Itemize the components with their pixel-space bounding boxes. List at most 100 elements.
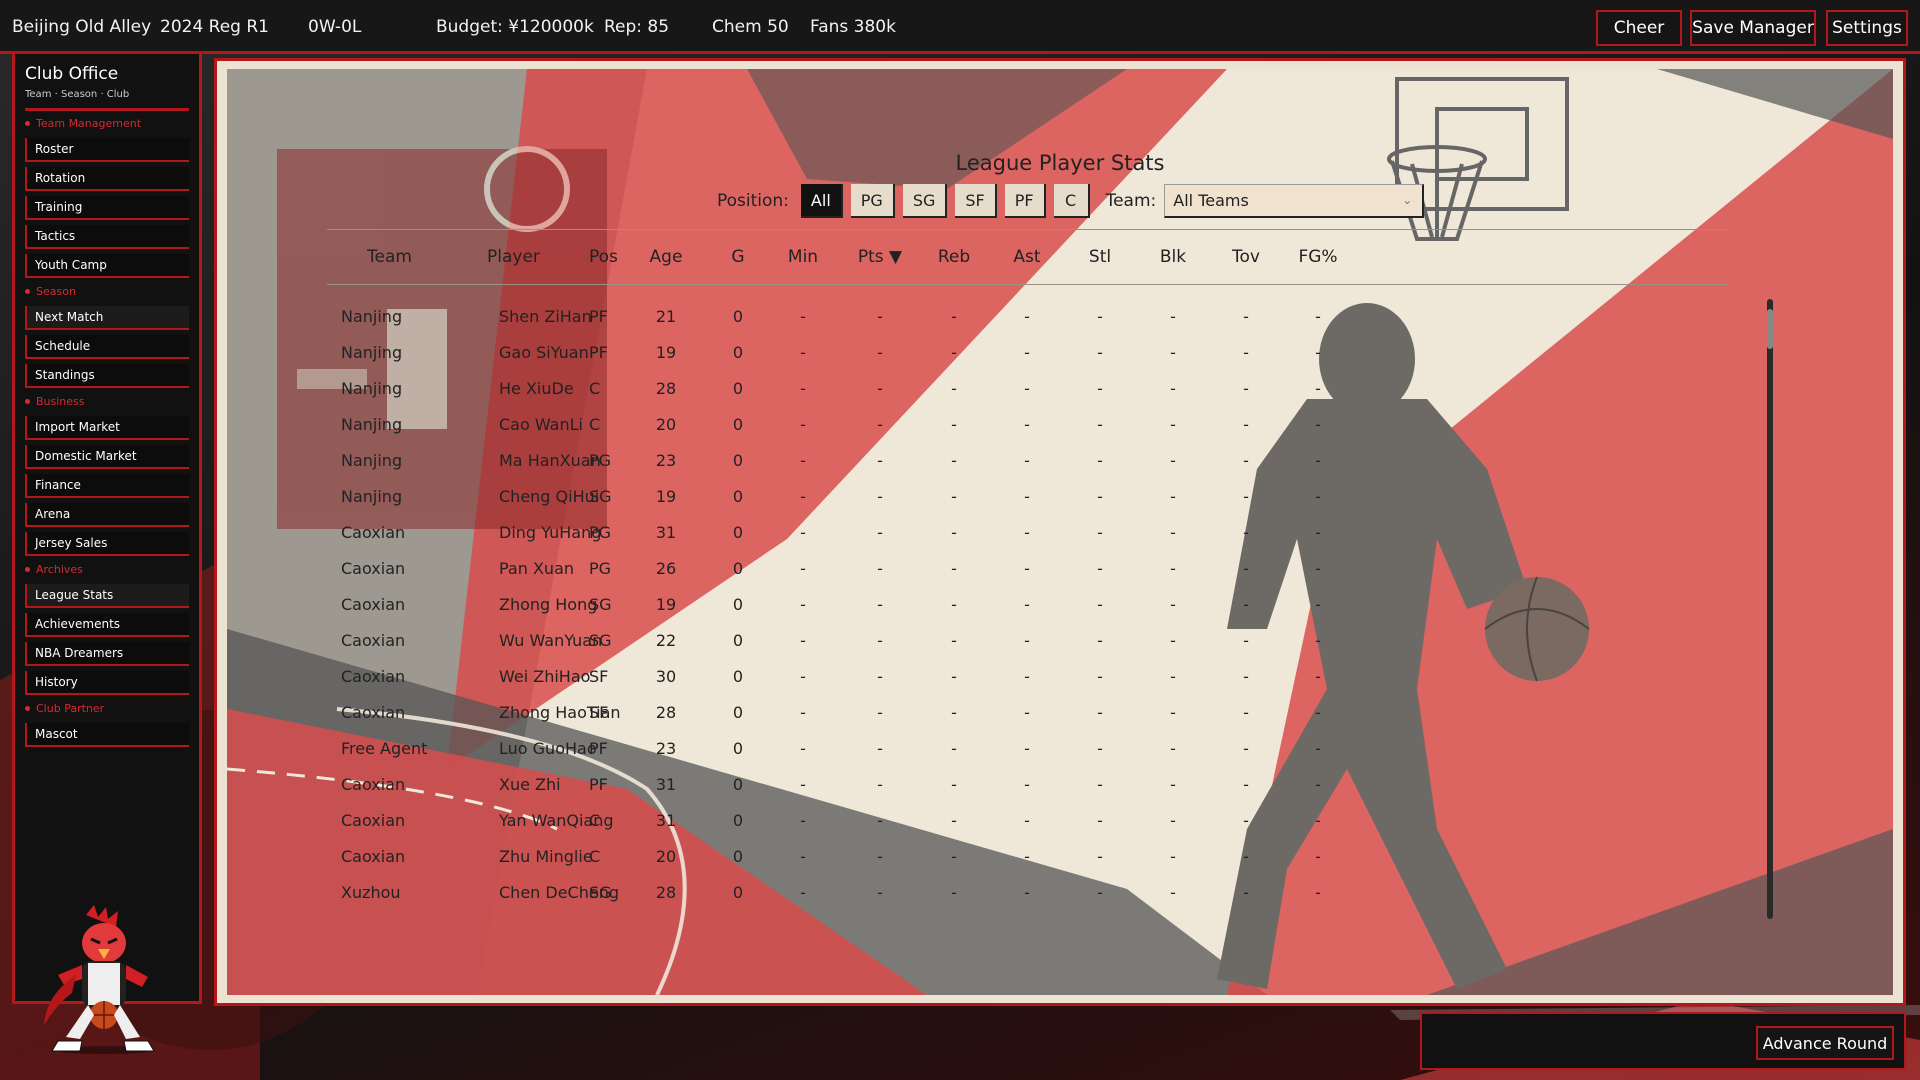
table-row[interactable]: Nanjing Gao SiYuan PF 19 0 - - - - - - - - [227,335,1707,371]
cell-ast: - [1024,451,1030,470]
cell-player[interactable]: Cheng QiHui [499,487,599,506]
column-header-pos[interactable]: Pos [589,247,618,267]
sidebar-item-jersey-sales[interactable]: Jersey Sales [25,532,189,556]
save-manager-button[interactable]: Save Manager [1690,10,1816,46]
cell-stl: - [1097,379,1103,398]
position-filter-c[interactable]: C [1053,184,1090,218]
position-filter-all[interactable]: All [800,184,843,218]
cell-reb: - [951,883,957,902]
rooster-mascot-icon[interactable] [36,905,171,1055]
cell-reb: - [951,739,957,758]
cell-player[interactable]: Zhong Hong [499,595,597,614]
table-row[interactable]: Nanjing Cheng QiHui SG 19 0 - - - - - - - - [227,479,1707,515]
sidebar-item-next-match[interactable]: Next Match [25,306,189,330]
cell-age: 30 [655,667,677,686]
cell-player[interactable]: Wu WanYuan [499,631,602,650]
cell-player[interactable]: He XiuDe [499,379,574,398]
settings-button[interactable]: Settings [1826,10,1908,46]
column-header-blk[interactable]: Blk [1160,247,1186,267]
cheer-button[interactable]: Cheer [1596,10,1682,46]
sidebar-item-achievements[interactable]: Achievements [25,613,189,637]
table-row[interactable]: Caoxian Zhong Hong SG 19 0 - - - - - - - - [227,587,1707,623]
scrollbar[interactable] [1767,299,1773,919]
filter-bar: Position: All PG SG SF PF C Team: All Te… [717,183,1425,219]
sidebar-item-history[interactable]: History [25,671,189,695]
sidebar-item-mascot[interactable]: Mascot [25,723,189,747]
table-row[interactable]: Nanjing Shen ZiHan PF 21 0 - - - - - - - - [227,299,1707,335]
cell-fg-pct: - [1315,343,1321,362]
cell-ast: - [1024,523,1030,542]
table-row[interactable]: Caoxian Zhong HaoTian SF 28 0- - - - - - - - [227,695,1707,731]
column-header-team[interactable]: Team [367,247,412,267]
table-row[interactable]: Xuzhou Chen DeCheng SG 28 0- - - - - - - - [227,875,1707,911]
column-header-reb[interactable]: Reb [938,247,970,267]
sidebar-item-tactics[interactable]: Tactics [25,225,189,249]
sidebar-item-import-market[interactable]: Import Market [25,416,189,440]
column-header-fg-pct[interactable]: FG% [1298,247,1337,267]
cell-player[interactable]: Ma HanXuan [499,451,601,470]
cell-pos: PF [589,307,608,326]
column-header-player[interactable]: Player [487,247,540,267]
cell-min: - [800,847,806,866]
cell-reb: - [951,379,957,398]
position-filter-pg[interactable]: PG [850,184,895,218]
column-header-age[interactable]: Age [650,247,683,267]
position-filter-sf[interactable]: SF [955,184,997,218]
team-select[interactable]: All Teams ⌄ [1164,184,1425,218]
table-row[interactable]: Caoxian Yan WanQiang C 31 0- - - - - - - - [227,803,1707,839]
cell-team: Caoxian [341,703,406,722]
cell-blk: - [1170,811,1176,830]
cell-player[interactable]: Xue Zhi [499,775,561,794]
position-filter-pf[interactable]: PF [1004,184,1046,218]
column-header-pts[interactable]: Pts ▼ [858,247,902,267]
advance-round-button[interactable]: Advance Round [1756,1026,1894,1060]
table-row[interactable]: Caoxian Zhu Minglie C 20 0 - - - - - - - - [227,839,1707,875]
chemistry-display: Chem 50 [712,17,789,37]
scrollbar-thumb[interactable] [1767,309,1773,349]
cell-blk: - [1170,379,1176,398]
sidebar-item-domestic-market[interactable]: Domestic Market [25,445,189,469]
cell-reb: - [951,451,957,470]
table-row[interactable]: Caoxian Wu WanYuan SG 22 0 - - - - - - - - [227,623,1707,659]
column-header-tov[interactable]: Tov [1232,247,1260,267]
sidebar-item-league-stats[interactable]: League Stats [25,584,189,608]
column-header-min[interactable]: Min [788,247,818,267]
column-header-stl[interactable]: Stl [1089,247,1111,267]
sidebar-item-schedule[interactable]: Schedule [25,335,189,359]
table-row[interactable]: Caoxian Ding YuHang PG 31 0 - - - - - - - - [227,515,1707,551]
table-row[interactable]: Free Agent Luo GuoHao PF 23 0 - - - - - - - - [227,731,1707,767]
cell-player[interactable]: Luo GuoHao [499,739,597,758]
table-row[interactable]: Nanjing Cao WanLi C 20 0 - - - - - - - - [227,407,1707,443]
cell-player[interactable]: Gao SiYuan [499,343,589,362]
sidebar-item-roster[interactable]: Roster [25,138,189,162]
cell-player[interactable]: Wei ZhiHao [499,667,590,686]
cell-games: 0 [732,559,744,578]
cell-min: - [800,883,806,902]
sidebar-item-nba-dreamers[interactable]: NBA Dreamers [25,642,189,666]
column-header-ast[interactable]: Ast [1013,247,1040,267]
column-header-games[interactable]: G [731,247,744,267]
table-row[interactable]: Nanjing Ma HanXuan PG 23 0 - - - - - - - - [227,443,1707,479]
cell-blk: - [1170,631,1176,650]
sidebar-item-arena[interactable]: Arena [25,503,189,527]
cell-player[interactable]: Pan Xuan [499,559,574,578]
cell-pos: PF [589,775,608,794]
sidebar-item-training[interactable]: Training [25,196,189,220]
sidebar-item-youth-camp[interactable]: Youth Camp [25,254,189,278]
sidebar-item-rotation[interactable]: Rotation [25,167,189,191]
sidebar-item-standings[interactable]: Standings [25,364,189,388]
cell-player[interactable]: Cao WanLi [499,415,583,434]
table-row[interactable]: Caoxian Xue Zhi PF 31 0 - - - - - - - - [227,767,1707,803]
cell-player[interactable]: Ding YuHang [499,523,601,542]
cell-stl: - [1097,343,1103,362]
cell-tov: - [1243,811,1249,830]
win-loss-record: 0W-0L [308,17,362,37]
table-row[interactable]: Caoxian Pan Xuan PG 26 0 - - - - - - - - [227,551,1707,587]
cell-team: Caoxian [341,595,406,614]
table-row[interactable]: Caoxian Wei ZhiHao SF 30 0 - - - - - - - - [227,659,1707,695]
position-filter-sg[interactable]: SG [902,184,948,218]
sidebar-item-finance[interactable]: Finance [25,474,189,498]
cell-player[interactable]: Shen ZiHan [499,307,592,326]
table-row[interactable]: Nanjing He XiuDe C 28 0 - - - - - - - - [227,371,1707,407]
cell-player[interactable]: Zhu Minglie [499,847,593,866]
